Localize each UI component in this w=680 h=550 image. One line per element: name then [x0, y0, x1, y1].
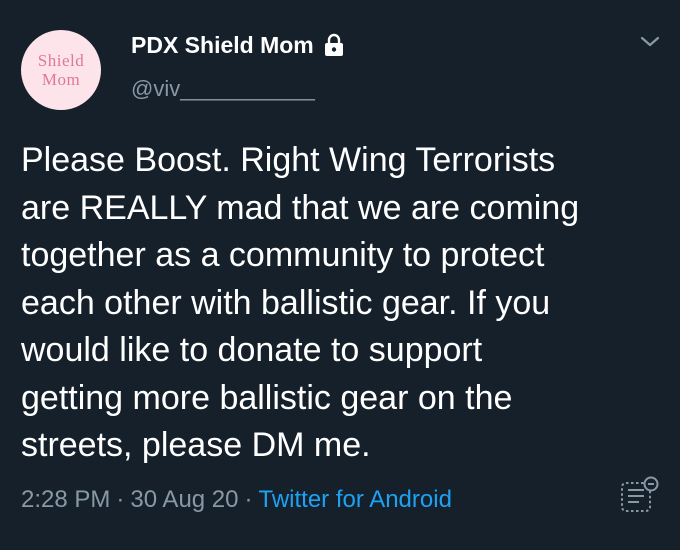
- lock-icon: [324, 33, 343, 56]
- tweet-text-line: would like to donate to support: [21, 331, 483, 369]
- tweet-text-line: each other with ballistic gear. If you: [21, 283, 551, 322]
- tweet-meta: 2:28 PM · 30 Aug 20 · Twitter for Android: [21, 486, 452, 514]
- avatar[interactable]: Shield Mom: [21, 30, 101, 110]
- display-name[interactable]: PDX Shield Mom: [131, 32, 314, 59]
- analytics-icon[interactable]: [619, 476, 661, 516]
- user-handle[interactable]: @viv___________: [131, 76, 315, 102]
- tweet-text-line: streets, please DM me.: [21, 426, 371, 464]
- tweet-text-line: are REALLY mad that we are coming: [21, 188, 580, 227]
- tweet-text-line: together as a community to protect: [21, 236, 545, 274]
- avatar-text-line1: Shield: [37, 51, 85, 70]
- tweet-text: Please Boost. Right Wing Terrorists are …: [21, 137, 661, 470]
- meta-separator: ·: [116, 486, 125, 513]
- tweet-time[interactable]: 2:28 PM: [21, 486, 110, 513]
- chevron-down-icon[interactable]: [638, 34, 662, 50]
- meta-separator: ·: [244, 486, 253, 513]
- tweet-date[interactable]: 30 Aug 20: [130, 486, 238, 513]
- avatar-text-line2: Mom: [41, 70, 81, 89]
- tweet-source-link[interactable]: Twitter for Android: [259, 486, 452, 513]
- user-name-row: PDX Shield Mom: [131, 28, 345, 62]
- tweet-text-line: getting more ballistic gear on the: [21, 378, 513, 417]
- tweet-card: Shield Mom PDX Shield Mom @viv__________…: [0, 0, 680, 550]
- tweet-text-line: Please Boost. Right Wing Terrorists: [21, 141, 556, 179]
